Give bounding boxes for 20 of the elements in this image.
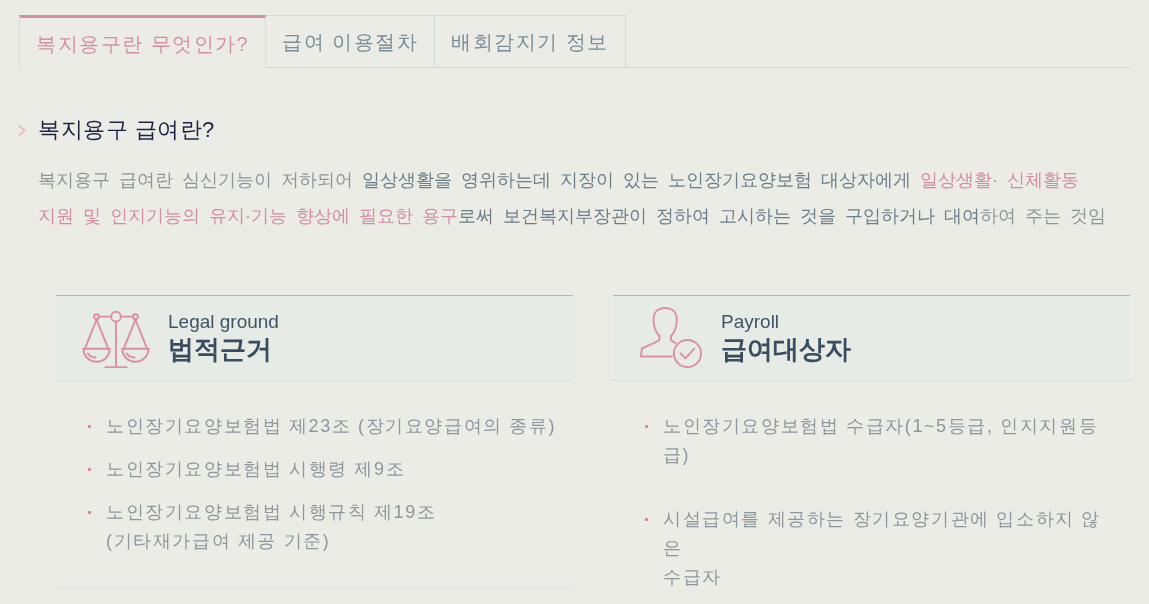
list-item-text: 노인장기요양보험법 시행규칙 제19조 (기타재가급여 제공 기준) [106, 501, 437, 553]
tab[interactable]: 급여 이용절차 [266, 15, 436, 68]
card-title: 급여대상자 [721, 333, 851, 365]
list-item-text: 시설급여를 제공하는 장기요양기관에 입소하지 않은 수급자 [663, 508, 1102, 589]
person-check-icon [639, 306, 703, 370]
tab[interactable]: 배회감지기 정보 [435, 15, 626, 68]
card-title: 법적근거 [168, 333, 273, 365]
bullet-icon [88, 425, 91, 428]
list-item-text: 노인장기요양보험법 제23조 (장기요양급여의 종류) [106, 415, 557, 438]
bullet-icon [645, 518, 648, 521]
card-subtitle: Payroll [721, 311, 781, 333]
description-text: 복지용구 급여란 심신기능이 저하되어 일상생활을 영위하는데 지장이 있는 노인장기요양보험 대상자에게 일상생활· 신체활동 지원 및 인지기능의 유지·기능 향상에 필요한 용구로써 보건복지부장관이 정하여 고시하는 것을 구입하거나 대여하여 주는 것임 [38, 169, 1108, 228]
list-item-text: 노인장기요양보험법 수급자(1~5등급, 인지지원등급) [663, 415, 1100, 467]
section-title: 복지용구 급여란? [38, 116, 215, 144]
bullet-icon [88, 511, 91, 514]
card-subtitle: Legal ground [168, 311, 279, 333]
list-item-text: 노인장기요양보험법 시행령 제9조 [106, 458, 406, 481]
bullet-icon [88, 468, 91, 471]
chevron-right-icon [18, 122, 27, 138]
bullet-icon [645, 425, 648, 428]
